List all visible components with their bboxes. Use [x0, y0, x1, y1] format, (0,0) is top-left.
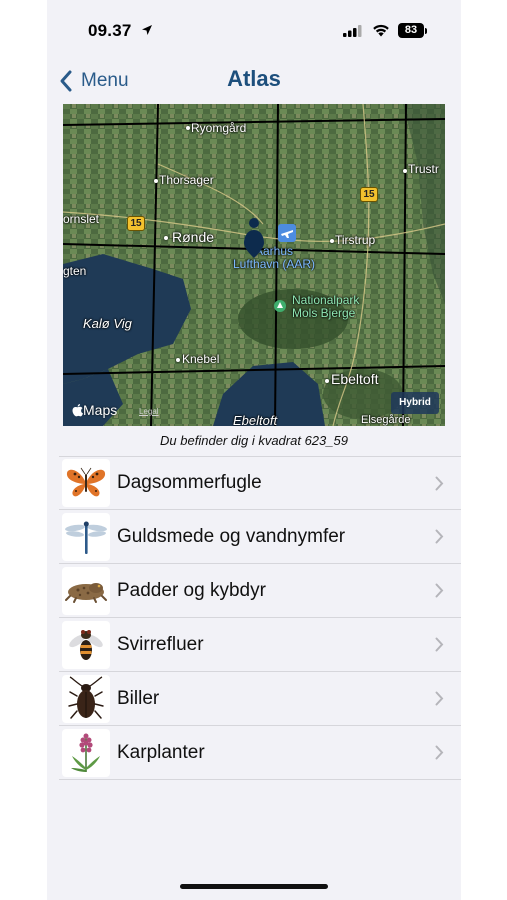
map-town-dot — [186, 126, 190, 130]
map-label-ryomgaard: Ryomgård — [191, 121, 247, 135]
legal-link[interactable]: Legal — [139, 407, 159, 416]
map-label-elsegaarde: Elsegårde — [361, 414, 411, 426]
list-item-svirrefluer[interactable]: Svirrefluer — [59, 618, 461, 672]
list-item-guldsmede[interactable]: Guldsmede og vandnymfer — [59, 510, 461, 564]
map-town-dot — [154, 179, 158, 183]
battery-cap — [425, 28, 427, 34]
map-label-trustrup: Trustr — [408, 162, 439, 176]
chevron-right-icon — [435, 637, 444, 652]
list-item-label: Karplanter — [117, 741, 205, 763]
map-town-dot — [176, 358, 180, 362]
current-location-pin-icon — [244, 218, 264, 258]
list-item-biller[interactable]: Biller — [59, 672, 461, 726]
map-label-ronde: Rønde — [172, 229, 215, 245]
map-town-dot — [403, 169, 407, 173]
map-label-thorsager: Thorsager — [159, 173, 214, 187]
road-badge: 15 — [127, 216, 145, 231]
map-town-dot — [330, 239, 334, 243]
list-item-label: Guldsmede og vandnymfer — [117, 525, 346, 547]
map-label-ugten: gten — [63, 264, 87, 278]
navigation-bar: Menu Atlas — [47, 62, 461, 102]
wifi-icon — [373, 24, 389, 37]
chevron-right-icon — [435, 476, 444, 491]
map-town-dot — [325, 379, 329, 383]
map-label-ebeltoft-bay: Ebeltoft — [233, 413, 278, 426]
battery-level: 83 — [404, 24, 418, 36]
dragonfly-icon — [62, 512, 110, 561]
park-label-line2: Mols Bjerge — [292, 306, 356, 320]
list-item-padder[interactable]: Padder og kybdyr — [59, 564, 461, 618]
map-label-ebeltoft: Ebeltoft — [331, 371, 379, 387]
park-icon — [274, 300, 286, 312]
apple-logo-icon — [72, 403, 83, 416]
road-badge: 15 — [360, 187, 378, 202]
location-arrow-icon — [142, 25, 152, 35]
chevron-right-icon — [435, 691, 444, 706]
beetle-icon — [62, 674, 110, 723]
map-label-tirstrup: Tirstrup — [335, 233, 376, 247]
map-label-knebel: Knebel — [182, 352, 220, 366]
list-item-label: Biller — [117, 687, 160, 709]
status-time: 09.37 — [88, 21, 132, 40]
map-label-national-park: Nationalpark Mols Bjerge — [292, 294, 359, 320]
maps-logo-text: Maps — [83, 402, 118, 418]
chevron-right-icon — [435, 745, 444, 760]
map-town-dot — [164, 236, 168, 240]
chevron-right-icon — [435, 529, 444, 544]
airport-icon — [278, 224, 296, 242]
battery-icon: 83 — [398, 23, 424, 38]
page-title: Atlas — [227, 66, 281, 91]
chevron-right-icon — [435, 583, 444, 598]
list-item-label: Padder og kybdyr — [117, 579, 266, 601]
list-item-label: Dagsommerfugle — [117, 472, 262, 493]
hybrid-map-button[interactable]: Hybrid — [391, 392, 439, 414]
app-screen: 09.37 83 Menu Atlas Ryomgård Thorsager T… — [47, 0, 461, 900]
airport-label-line2: Lufthavn (AAR) — [233, 257, 316, 271]
apple-maps-logo: Maps — [72, 402, 117, 418]
map-label-hornslet: ornslet — [63, 212, 100, 226]
map-label-kalo-vig: Kalø Vig — [83, 316, 132, 331]
toad-icon — [62, 566, 110, 615]
home-indicator[interactable] — [180, 884, 328, 889]
list-item-dagsommerfugle[interactable]: Dagsommerfugle — [59, 456, 461, 510]
cellular-signal-icon — [343, 25, 362, 37]
category-list: Dagsommerfugle Guldsmede og vandnymfer P… — [59, 456, 461, 780]
orchid-icon — [62, 728, 110, 777]
list-item-karplanter[interactable]: Karplanter — [59, 726, 461, 780]
status-bar: 09.37 83 — [47, 0, 461, 62]
butterfly-icon — [62, 459, 110, 507]
location-caption: Du befinder dig i kvadrat 623_59 — [160, 433, 348, 448]
list-item-label: Svirrefluer — [117, 633, 204, 655]
map-view[interactable]: Ryomgård Thorsager Trustr ornslet Rønde … — [63, 104, 445, 426]
hoverfly-icon — [62, 620, 110, 669]
